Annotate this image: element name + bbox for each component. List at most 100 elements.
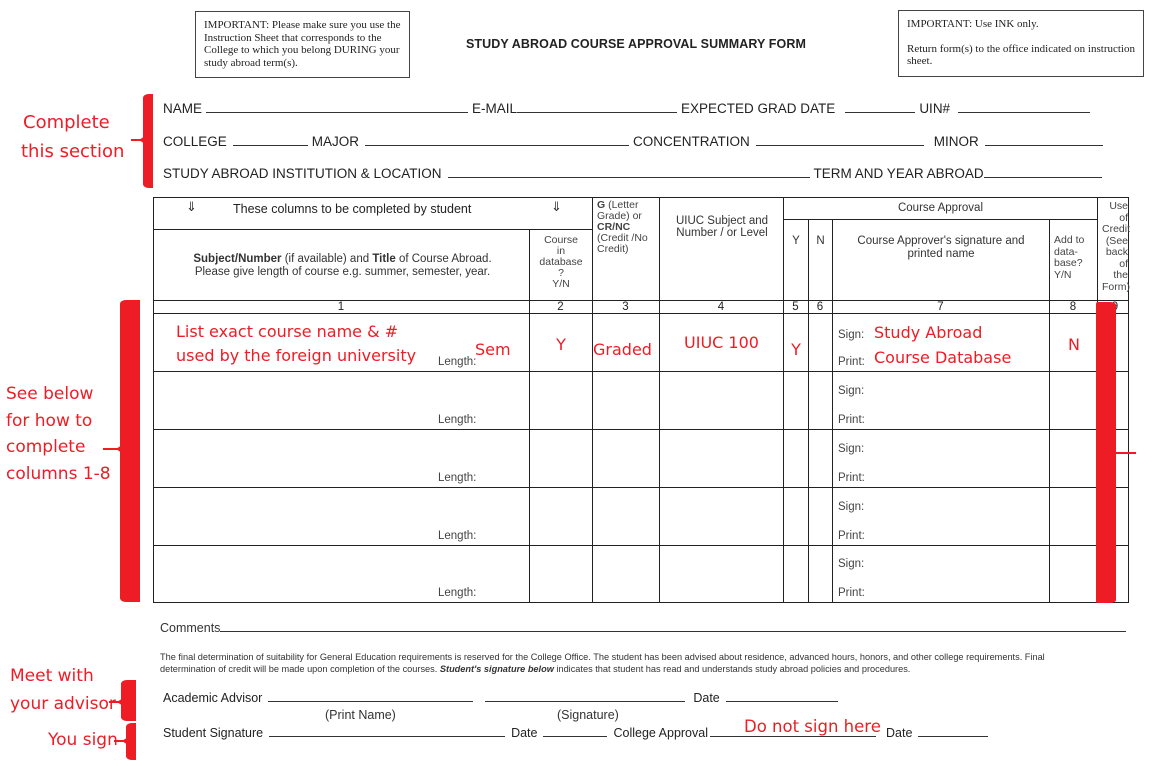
print-label-row-3: Print:	[838, 472, 865, 484]
disclaimer: The final determination of suitability f…	[160, 651, 1165, 675]
grad-date-input[interactable]	[845, 111, 916, 113]
table-border-left	[153, 197, 154, 603]
numbers-bottom	[153, 313, 1129, 314]
field-row-3: STUDY ABROAD INSTITUTION & LOCATION TERM …	[163, 166, 1106, 181]
col3-header: G (Letter Grade) or CR/NC (Credit /No Cr…	[597, 199, 648, 255]
bracket-tick-info	[131, 136, 145, 144]
signature-caption: (Signature)	[557, 708, 619, 722]
print-label-row-5: Print:	[838, 587, 865, 599]
college-input[interactable]	[232, 144, 308, 146]
student-signature-label: Student Signature	[163, 726, 264, 740]
col-line-4-5	[783, 197, 784, 603]
grad-date-label: EXPECTED GRAD DATE	[681, 101, 836, 116]
college-approval-label: College Approval	[613, 726, 708, 740]
bracket-tick-columns-right	[1114, 452, 1136, 454]
row-line-1	[153, 371, 1129, 372]
name-label: NAME	[163, 101, 203, 116]
notice-right-line1: IMPORTANT: Use INK only.	[907, 18, 1039, 30]
col-line-6-7	[832, 219, 833, 603]
col-number-4: 4	[717, 301, 725, 313]
annotation-do-not-sign: Do not sign here	[744, 717, 881, 736]
example-grade[interactable]: Graded	[593, 340, 652, 359]
col-line-3-4	[659, 197, 660, 603]
col6-header: N	[816, 235, 825, 247]
term-year-input[interactable]	[983, 176, 1102, 178]
academic-advisor-label: Academic Advisor	[163, 691, 263, 705]
term-year-label: TERM AND YEAR ABROAD	[813, 166, 984, 181]
disclaimer-line-2: determination of credit will be made upo…	[160, 664, 911, 674]
arrow-left-icon: ⇓	[186, 199, 197, 214]
minor-input[interactable]	[984, 144, 1103, 146]
annotation-see-below: See below for how to complete columns 1-…	[6, 384, 111, 484]
advisor-date-label: Date	[693, 691, 720, 705]
col-number-5: 5	[792, 301, 799, 313]
col-number-2: 2	[557, 301, 564, 313]
col-line-5-6	[808, 219, 809, 603]
student-date-input[interactable]	[543, 735, 608, 737]
example-length[interactable]: Sem	[475, 340, 511, 359]
example-sign[interactable]: Study Abroad	[874, 323, 982, 342]
annotation-you-sign: You sign	[48, 730, 118, 750]
institution-input[interactable]	[447, 176, 810, 178]
college-date-input[interactable]	[918, 735, 989, 737]
bracket-tick-you-sign	[114, 737, 128, 745]
arrow-right-icon: ⇓	[551, 199, 562, 214]
college-label: COLLEGE	[163, 134, 227, 149]
sign-label-row-1: Sign:	[838, 329, 865, 341]
college-date-label: Date	[886, 726, 913, 740]
col-line-2-3	[592, 197, 593, 603]
advisor-date-input[interactable]	[725, 700, 838, 702]
comments-input[interactable]	[220, 630, 1127, 632]
student-signature-input[interactable]	[269, 735, 506, 737]
example-uiuc-subject[interactable]: UIUC 100	[660, 333, 783, 352]
col9-header: Use of Credit (See back of the Form)	[1102, 200, 1131, 293]
notice-left-text: IMPORTANT: Please make sure you use the …	[204, 19, 401, 69]
major-input[interactable]	[365, 144, 630, 146]
institution-label: STUDY ABROAD INSTITUTION & LOCATION	[163, 166, 442, 181]
minor-label: MINOR	[933, 134, 979, 149]
example-approved-y[interactable]: Y	[784, 340, 808, 359]
advisor-signature-input[interactable]	[485, 700, 686, 702]
table-border-right	[1128, 197, 1129, 603]
name-input[interactable]	[206, 111, 469, 113]
field-row-1: NAME E-MAIL EXPECTED GRAD DATE UIN#	[163, 101, 1094, 116]
row-line-3	[153, 487, 1129, 488]
example-in-database[interactable]: Y	[530, 335, 592, 354]
concentration-input[interactable]	[755, 144, 924, 146]
notice-box-right: IMPORTANT: Use INK only. Return form(s) …	[898, 10, 1144, 77]
col-number-1: 1	[337, 301, 345, 313]
col2-header: Course in database ? Y/N	[539, 234, 583, 290]
col7-header: Course Approver's signature and printed …	[857, 235, 1025, 260]
course-approval-header: Course Approval	[897, 202, 984, 214]
sign-label-row-3: Sign:	[838, 443, 865, 455]
sign-label-row-2: Sign:	[838, 385, 865, 397]
example-print[interactable]: Course Database	[874, 348, 1011, 367]
bracket-tick-columns-left	[103, 445, 122, 453]
print-label-row-1: Print:	[838, 356, 865, 368]
major-label: MAJOR	[311, 134, 360, 149]
bracket-advisor	[121, 680, 136, 721]
example-add-to-db[interactable]: N	[1050, 335, 1098, 354]
student-date-label: Date	[511, 726, 538, 740]
notice-box-left: IMPORTANT: Please make sure you use the …	[195, 11, 410, 78]
email-input[interactable]	[517, 111, 678, 113]
notice-right-line2: Return form(s) to the office indicated o…	[907, 42, 1135, 68]
length-label-row-1: Length:	[438, 356, 477, 368]
col5-header: Y	[792, 235, 800, 247]
advisor-print-name-input[interactable]	[268, 700, 474, 702]
advisor-row: Academic Advisor Date	[163, 691, 842, 705]
col-number-8: 8	[1069, 301, 1077, 313]
col4-header: UIUC Subject and Number / or Level	[675, 215, 769, 239]
table-border-top	[153, 197, 1129, 198]
header-split-student	[153, 229, 593, 230]
disclaimer-line-1: The final determination of suitability f…	[160, 652, 1045, 662]
uin-input[interactable]	[958, 111, 1091, 113]
comments-field[interactable]: Comments	[160, 621, 1130, 635]
row-line-4	[153, 545, 1129, 546]
annotation-complete-section: Complete this section	[21, 112, 125, 162]
student-columns-banner: These columns to be completed by student	[233, 202, 472, 216]
length-label-row-5: Length:	[438, 587, 477, 599]
print-name-caption: (Print Name)	[325, 708, 396, 722]
example-course-name[interactable]: List exact course name & # used by the f…	[176, 320, 416, 368]
form-title: STUDY ABROAD COURSE APPROVAL SUMMARY FOR…	[466, 37, 807, 51]
